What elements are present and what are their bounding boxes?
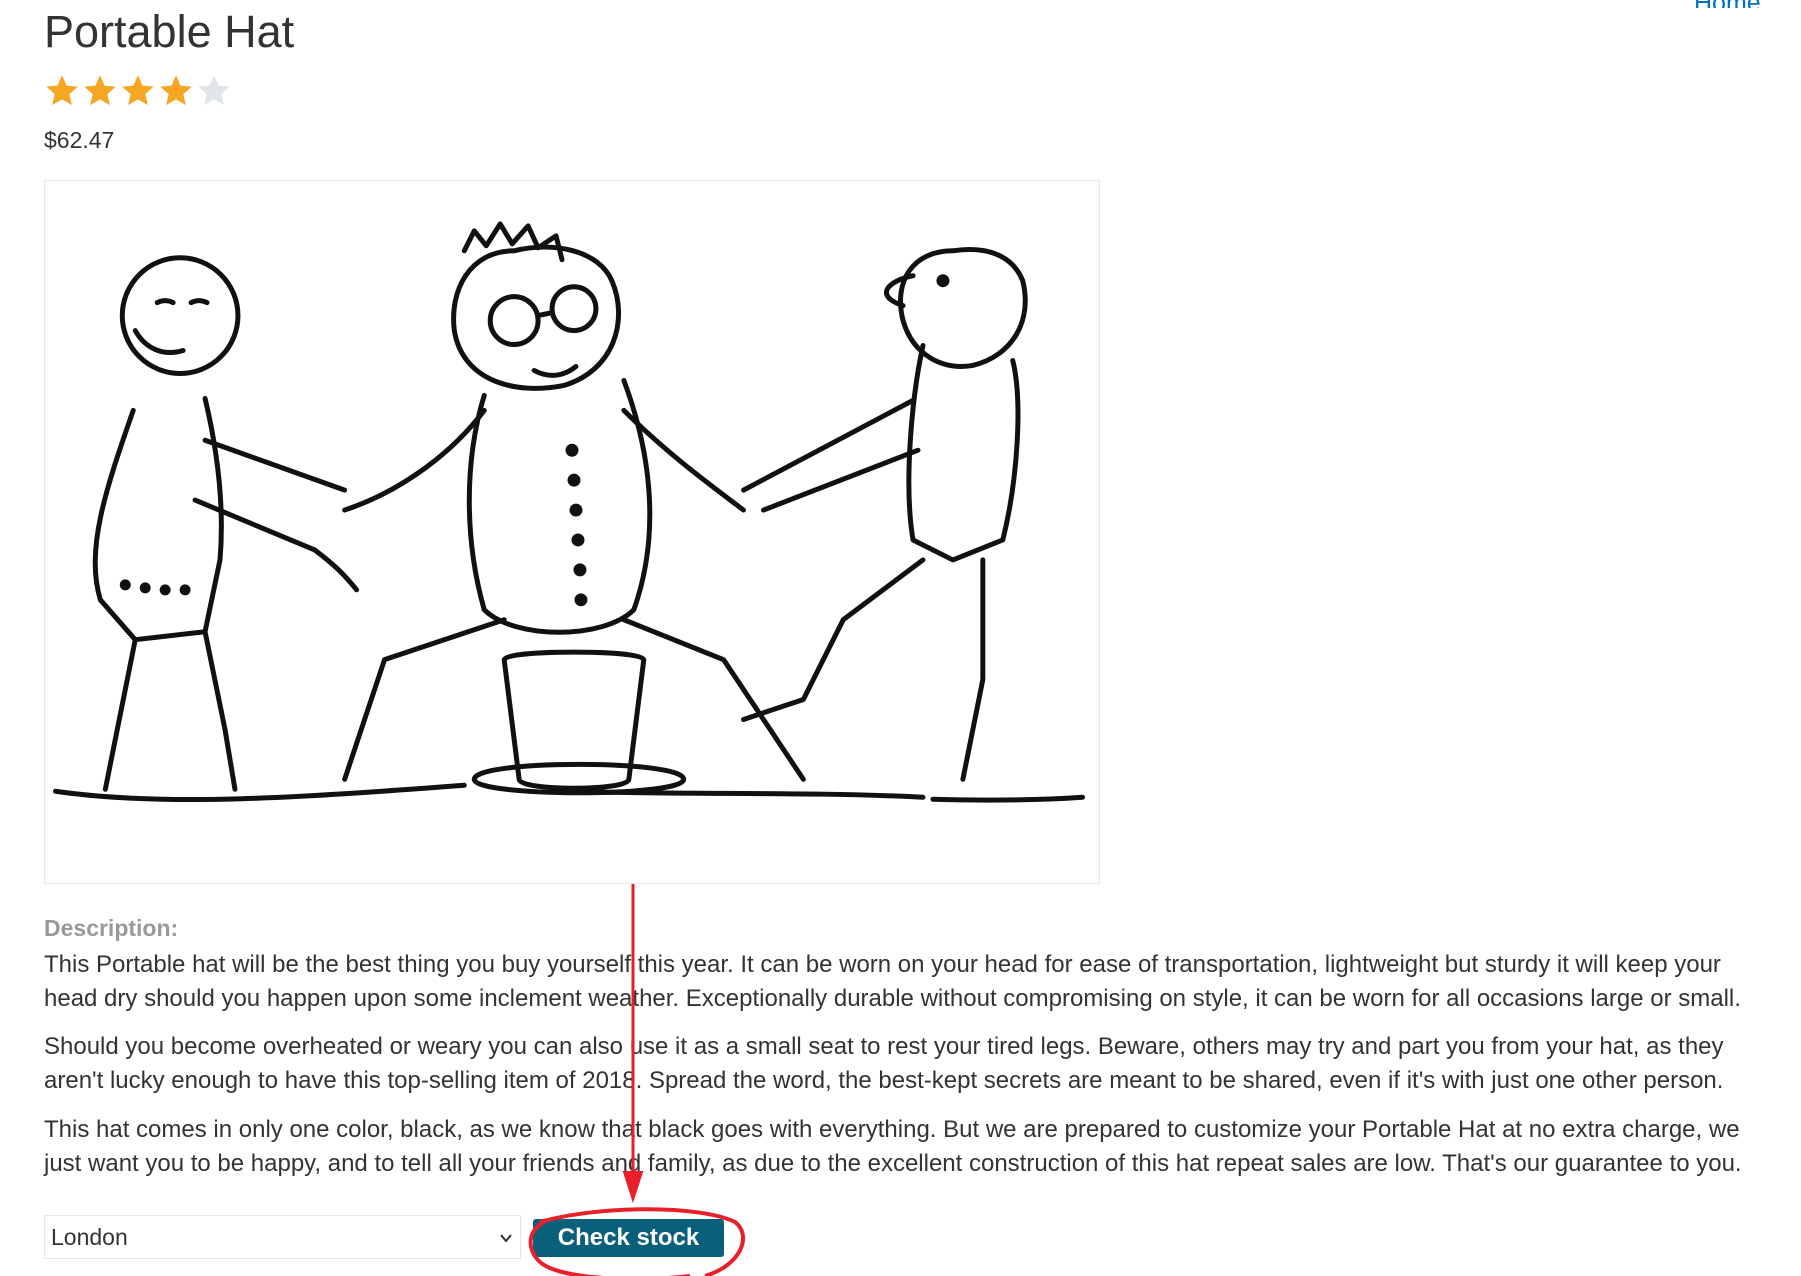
star-icon xyxy=(122,75,154,106)
star-icon xyxy=(160,75,192,106)
description-heading: Description: xyxy=(44,915,179,941)
chevron-down-icon xyxy=(500,1234,512,1243)
product-title: Portable Hat xyxy=(44,6,295,57)
description-paragraph: Should you become overheated or weary yo… xyxy=(44,1033,1724,1094)
star-icon xyxy=(46,75,78,106)
product-image xyxy=(44,180,1100,884)
description-paragraph: This hat comes in only one color, black,… xyxy=(44,1116,1742,1177)
star-icon xyxy=(84,75,116,106)
store-select-value: London xyxy=(51,1224,128,1250)
stock-check-form: London Check stock xyxy=(44,1215,744,1261)
check-stock-button[interactable]: Check stock xyxy=(533,1219,724,1257)
product-illustration xyxy=(52,221,1086,803)
star-icon xyxy=(198,75,230,106)
star-rating xyxy=(44,73,232,111)
product-price: $62.47 xyxy=(44,127,115,153)
store-select[interactable]: London xyxy=(44,1215,521,1259)
home-link[interactable]: Home xyxy=(1694,0,1761,8)
description-paragraph: This Portable hat will be the best thing… xyxy=(44,951,1741,1012)
